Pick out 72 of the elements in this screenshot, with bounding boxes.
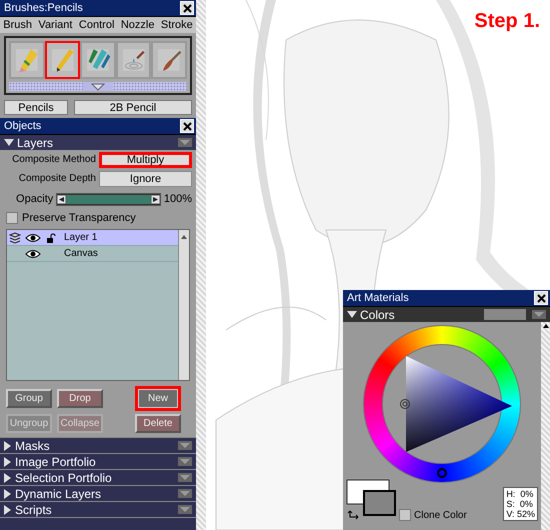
menu-item[interactable]: Variant [38,19,72,31]
layer-row[interactable]: Layer 1 [7,230,178,246]
menu-item[interactable]: Stroke [160,19,193,31]
opacity-slider[interactable] [56,192,161,206]
hue-marker [436,467,448,479]
section-header[interactable]: Scripts [0,501,196,517]
section-header[interactable]: Colors [343,307,550,322]
opacity-value: 100% [164,193,192,205]
readout-text: H: 0% [506,489,534,499]
color-swatches [346,479,396,521]
menu-triangle-icon [532,310,546,319]
color-bar [484,309,526,320]
readout-text: S: 0% [506,499,534,509]
left-arrow-icon [57,194,66,204]
up-arrow-icon [542,322,550,330]
section-header[interactable] [0,517,196,530]
menu-triangle-icon [178,457,192,466]
brush-tile[interactable] [44,41,80,79]
checkbox[interactable] [6,212,18,224]
close-button[interactable] [180,119,194,133]
up-arrow-icon [180,233,188,241]
dropdown-field[interactable]: Multiply [99,152,192,168]
brush-tile[interactable] [151,41,187,79]
expanded-triangle-icon [4,139,14,146]
layer-button[interactable]: Delete [135,414,181,433]
section-header[interactable]: Layers [0,135,196,150]
color-marker [399,398,411,410]
dropdown-field[interactable]: Ignore [99,170,192,186]
checkbox[interactable] [399,509,411,521]
menu-triangle-icon [178,473,192,482]
padlock-icon [46,232,56,242]
close-button[interactable] [180,1,194,15]
section-header[interactable]: Selection Portfolio [0,469,196,485]
checkbox-label: Preserve Transparency [22,212,136,224]
layer-button[interactable]: New [135,386,181,411]
right-arrow-icon [150,194,160,204]
opacity-label: Opacity [15,193,54,205]
window-title: Brushes:Pencils [4,2,83,14]
window-title: Art Materials [347,292,409,304]
field-label: Composite Method [11,154,97,165]
step-label: Step 1. [474,10,540,33]
eye-icon [25,248,41,258]
menu-triangle-icon [178,441,192,450]
menu-triangle-icon [178,138,192,147]
section-header[interactable]: Image Portfolio [0,453,196,469]
layer-button[interactable]: Drop [57,389,103,408]
window-title: Objects [4,120,42,132]
triangle-icon [91,82,105,90]
section-header[interactable]: Dynamic Layers [0,485,196,501]
menu-triangle-icon [178,489,192,498]
section-header[interactable]: Masks [0,437,196,453]
menu-item[interactable]: Brush [3,19,32,31]
checkbox-label: Clone Color [414,510,467,520]
menu-triangle-icon [178,505,192,514]
brush-tile[interactable] [80,41,116,79]
scroll-bar[interactable] [196,0,206,530]
close-button[interactable] [534,291,548,305]
menu-item[interactable]: Control [78,19,114,31]
layers-icon [9,232,21,244]
readout-text: V: 52% [506,509,535,519]
layer-button[interactable]: Group [6,389,52,408]
menu-item[interactable]: Nozzle [120,19,154,31]
brush-tile[interactable] [116,41,152,79]
expanded-triangle-icon [347,311,357,318]
category-field[interactable]: Pencils [4,100,68,115]
scroll-bar[interactable] [541,322,550,530]
brush-tile[interactable] [9,41,45,79]
scroll-bar[interactable] [178,230,189,380]
field-label: Composite Depth [18,173,97,184]
layer-row[interactable]: Canvas [7,246,178,262]
eye-icon [25,232,41,242]
variant-field[interactable]: 2B Pencil [74,100,192,115]
